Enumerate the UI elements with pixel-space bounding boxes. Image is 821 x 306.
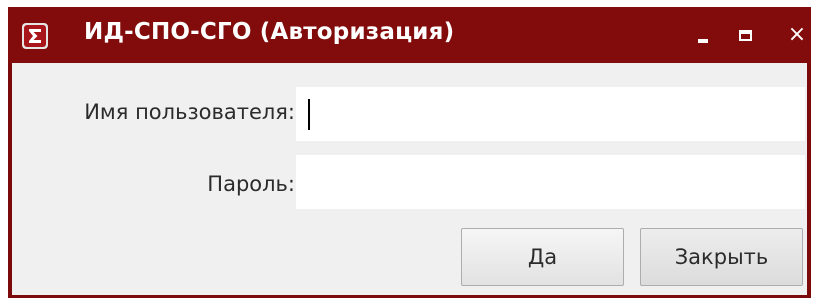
window-title: ИД-СПО-СГО (Авторизация) (84, 19, 455, 45)
username-label: Имя пользователя: (84, 100, 295, 124)
title-bar[interactable]: ИД-СПО-СГО (Авторизация) × (8, 7, 811, 63)
close-icon: × (787, 22, 807, 47)
username-input[interactable] (296, 87, 805, 141)
ok-button[interactable]: Да (461, 228, 624, 286)
close-window-button[interactable]: × (782, 21, 812, 49)
minimize-icon (698, 39, 708, 43)
close-button[interactable]: Закрыть (640, 228, 803, 286)
maximize-button[interactable] (730, 21, 760, 49)
dialog-body: Имя пользователя: Пароль: Да Закрыть (12, 63, 807, 295)
password-label: Пароль: (207, 172, 295, 196)
maximize-icon (738, 29, 752, 41)
text-caret (308, 99, 310, 130)
auth-dialog-window: ИД-СПО-СГО (Авторизация) × Имя пользоват… (8, 7, 811, 298)
minimize-button[interactable] (688, 21, 718, 49)
password-input[interactable] (296, 155, 805, 209)
sigma-icon (22, 23, 48, 49)
